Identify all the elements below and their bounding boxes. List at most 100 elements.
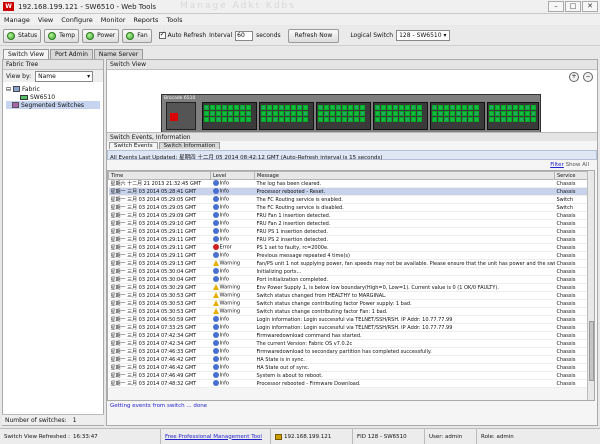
- tab-switch-view[interactable]: Switch View: [3, 49, 49, 59]
- minimize-button[interactable]: –: [548, 1, 564, 12]
- port-icon[interactable]: [381, 111, 386, 116]
- port-icon[interactable]: [531, 117, 536, 122]
- port-icon[interactable]: [381, 105, 386, 110]
- port-icon[interactable]: [228, 111, 233, 116]
- table-row[interactable]: 星期一 三月 03 2014 05:29:10 GMT Info FRU Fan 2…: [108, 219, 589, 228]
- zoom-in-icon[interactable]: +: [569, 72, 579, 82]
- port-icon[interactable]: [216, 117, 221, 122]
- port-icon[interactable]: [342, 105, 347, 110]
- filter-link[interactable]: Filter: [550, 162, 564, 168]
- col-service[interactable]: Service: [554, 171, 589, 180]
- port-icon[interactable]: [531, 105, 536, 110]
- port-icon[interactable]: [501, 117, 506, 122]
- port-icon[interactable]: [240, 117, 245, 122]
- port-icon[interactable]: [462, 111, 467, 116]
- port-icon[interactable]: [204, 117, 209, 122]
- scroll-thumb[interactable]: [589, 321, 594, 381]
- port-icon[interactable]: [513, 111, 518, 116]
- table-row[interactable]: 星期一 三月 03 2014 05:29:09 GMT Info FRU Fan 1…: [108, 211, 589, 220]
- port-icon[interactable]: [399, 117, 404, 122]
- port-icon[interactable]: [267, 117, 272, 122]
- table-row[interactable]: 星期一 三月 03 2014 07:46:49 GMT Info System is…: [108, 371, 589, 380]
- port-icon[interactable]: [216, 111, 221, 116]
- table-row[interactable]: 星期一 三月 03 2014 07:42:34 GMT Info The curre…: [108, 339, 589, 348]
- port-icon[interactable]: [375, 105, 380, 110]
- table-row[interactable]: 星期一 三月 03 2014 06:50:59 GMT Info Login inf…: [108, 315, 589, 324]
- tree-item-switch[interactable]: SW6510: [6, 93, 100, 101]
- port-icon[interactable]: [342, 111, 347, 116]
- port-icon[interactable]: [348, 105, 353, 110]
- table-row[interactable]: 星期一 三月 03 2014 05:29:11 GMT Info FRU PS 1 …: [108, 227, 589, 236]
- port-icon[interactable]: [432, 117, 437, 122]
- port-icon[interactable]: [438, 111, 443, 116]
- port-icon[interactable]: [354, 111, 359, 116]
- port-icon[interactable]: [228, 117, 233, 122]
- port-icon[interactable]: [468, 117, 473, 122]
- port-icon[interactable]: [417, 117, 422, 122]
- port-icon[interactable]: [324, 117, 329, 122]
- table-row[interactable]: 星期一 三月 03 2014 05:29:11 GMT Info FRU PS 2 …: [108, 235, 589, 244]
- table-row[interactable]: 星期一 三月 03 2014 07:46:42 GMT Info HA State …: [108, 355, 589, 364]
- port-icon[interactable]: [297, 105, 302, 110]
- port-icon[interactable]: [246, 105, 251, 110]
- port-icon[interactable]: [531, 111, 536, 116]
- port-icon[interactable]: [411, 111, 416, 116]
- port-icon[interactable]: [336, 111, 341, 116]
- port-icon[interactable]: [210, 117, 215, 122]
- table-row[interactable]: 星期一 三月 03 2014 05:29:13 GMT Warning Fan/PS…: [108, 259, 589, 268]
- port-icon[interactable]: [342, 117, 347, 122]
- menu-view[interactable]: View: [38, 16, 53, 24]
- tab-port-admin[interactable]: Port Admin: [49, 49, 93, 59]
- port-icon[interactable]: [330, 117, 335, 122]
- port-icon[interactable]: [495, 105, 500, 110]
- port-group-2[interactable]: [259, 102, 314, 130]
- auto-refresh-checkbox[interactable]: [158, 30, 166, 39]
- port-icon[interactable]: [513, 105, 518, 110]
- port-icon[interactable]: [204, 111, 209, 116]
- port-icon[interactable]: [456, 111, 461, 116]
- table-row[interactable]: 星期一 三月 03 2014 05:30:53 GMT Warning Switch…: [108, 299, 589, 308]
- col-message[interactable]: Message: [254, 171, 555, 180]
- table-row[interactable]: 星期一 三月 03 2014 07:46:33 GMT Info Firmwared…: [108, 347, 589, 356]
- port-icon[interactable]: [279, 105, 284, 110]
- port-icon[interactable]: [216, 105, 221, 110]
- close-button[interactable]: ✕: [582, 1, 598, 12]
- port-icon[interactable]: [393, 117, 398, 122]
- port-icon[interactable]: [354, 105, 359, 110]
- port-icon[interactable]: [411, 117, 416, 122]
- tree-item-segmented-switches[interactable]: Segmented Switches: [6, 101, 100, 109]
- port-icon[interactable]: [495, 117, 500, 122]
- port-icon[interactable]: [450, 105, 455, 110]
- port-icon[interactable]: [444, 111, 449, 116]
- port-icon[interactable]: [222, 111, 227, 116]
- port-icon[interactable]: [405, 111, 410, 116]
- show-all-link[interactable]: Show All: [566, 162, 589, 168]
- table-row[interactable]: 星期一 三月 03 2014 05:29:05 GMT Info The FC Ro…: [108, 203, 589, 212]
- table-row[interactable]: 星期一 三月 03 2014 05:29:11 GMT Error PS 1 set…: [108, 243, 589, 252]
- fan-button[interactable]: Fan: [122, 28, 152, 43]
- port-group-3[interactable]: [316, 102, 371, 130]
- port-icon[interactable]: [468, 105, 473, 110]
- table-row[interactable]: 星期一 三月 03 2014 05:28:41 GMT Info Processor…: [108, 187, 589, 196]
- port-icon[interactable]: [474, 105, 479, 110]
- port-icon[interactable]: [360, 111, 365, 116]
- table-row[interactable]: 星期一 三月 03 2014 05:30:04 GMT Info Port init…: [108, 275, 589, 284]
- port-icon[interactable]: [267, 111, 272, 116]
- port-icon[interactable]: [438, 117, 443, 122]
- port-icon[interactable]: [318, 111, 323, 116]
- port-icon[interactable]: [444, 105, 449, 110]
- port-icon[interactable]: [246, 111, 251, 116]
- port-icon[interactable]: [303, 111, 308, 116]
- port-icon[interactable]: [489, 111, 494, 116]
- port-icon[interactable]: [336, 117, 341, 122]
- port-icon[interactable]: [489, 117, 494, 122]
- port-icon[interactable]: [240, 105, 245, 110]
- table-row[interactable]: 星期一 三月 03 2014 07:42:34 GMT Info Firmwared…: [108, 331, 589, 340]
- port-icon[interactable]: [240, 111, 245, 116]
- port-icon[interactable]: [279, 111, 284, 116]
- port-icon[interactable]: [228, 105, 233, 110]
- port-icon[interactable]: [456, 105, 461, 110]
- port-group-4[interactable]: [373, 102, 428, 130]
- port-icon[interactable]: [513, 117, 518, 122]
- port-group-5[interactable]: [430, 102, 485, 130]
